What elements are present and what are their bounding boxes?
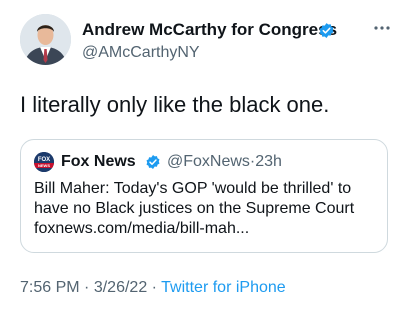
fox-news-logo-avatar: FOX NEWS <box>34 152 54 172</box>
fox-news-logo-icon: FOX NEWS <box>34 152 54 172</box>
tweet-date[interactable]: 3/26/22 <box>94 279 147 296</box>
tweet-card: Andrew McCarthy for Congress @AMcCarthyN… <box>0 0 410 311</box>
author-avatar[interactable] <box>20 14 71 65</box>
quoted-verified-badge-icon <box>146 155 160 169</box>
quoted-text-line: Bill Maher: Today's GOP 'would be thrill… <box>34 180 352 197</box>
tweet-meta: 7:56 PM · 3/26/22 · Twitter for iPhone <box>20 278 286 298</box>
author-handle[interactable]: @AMcCarthyNY <box>82 43 200 63</box>
meta-separator: · <box>151 279 157 296</box>
meta-separator: · <box>84 279 90 296</box>
tweet-text: I literally only like the black one. <box>20 92 330 117</box>
quoted-link[interactable]: foxnews.com/media/bill-mah... <box>34 219 379 239</box>
quoted-text: Bill Maher: Today's GOP 'would be thrill… <box>34 179 379 239</box>
quoted-handle-and-age: @FoxNews·23h <box>167 152 282 172</box>
quoted-age[interactable]: 23h <box>255 153 282 170</box>
author-name[interactable]: Andrew McCarthy for Congress <box>82 20 337 40</box>
quoted-handle[interactable]: @FoxNews <box>167 153 250 170</box>
quoted-tweet[interactable]: FOX NEWS Fox News @FoxNews·23h Bill Mahe… <box>20 139 388 253</box>
more-options-icon[interactable] <box>372 20 392 36</box>
svg-text:NEWS: NEWS <box>38 163 50 168</box>
quoted-text-line: have no Black justices on the Supreme Co… <box>34 200 355 217</box>
verified-badge-icon <box>319 23 334 38</box>
avatar-photo <box>20 14 71 65</box>
quoted-author-name[interactable]: Fox News <box>61 152 136 172</box>
tweet-time[interactable]: 7:56 PM <box>20 279 80 296</box>
tweet-source-link[interactable]: Twitter for iPhone <box>161 279 286 296</box>
